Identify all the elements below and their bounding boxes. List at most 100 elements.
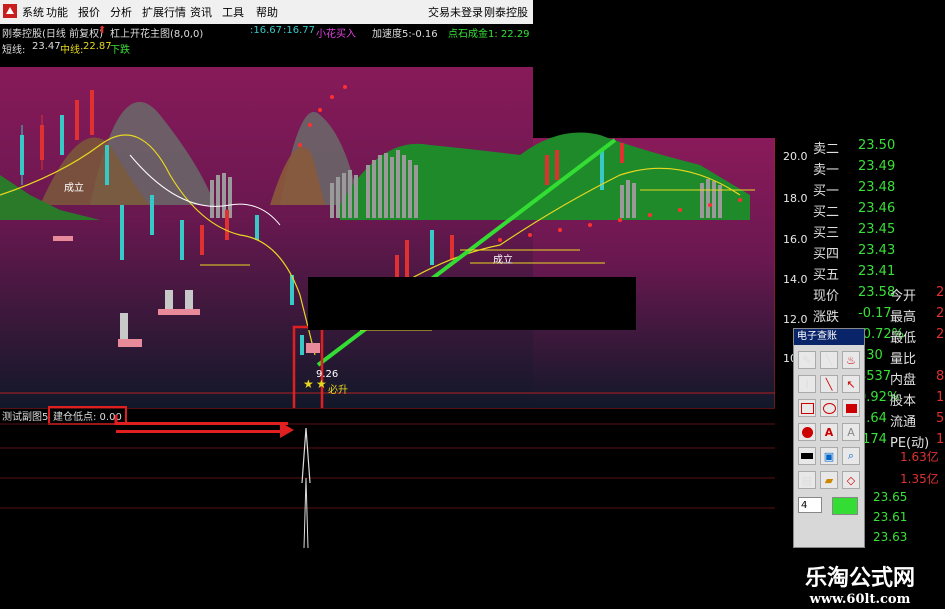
diagonal-line-icon[interactable]: ╲ — [820, 375, 838, 393]
quote-row: 卖二 23.50 — [808, 138, 945, 159]
filled-rect-icon[interactable] — [842, 399, 860, 417]
quote-extra-value: 23.61 — [873, 510, 908, 524]
drawing-panel-title: 电子查账 — [794, 329, 864, 345]
zoom-icon[interactable]: ⌕ — [842, 447, 860, 465]
quote-row: 买四 23.43 — [808, 243, 945, 264]
rectangle-icon[interactable] — [798, 399, 816, 417]
watermark-title: 乐淘公式网 — [804, 565, 915, 591]
app-logo-icon — [3, 4, 17, 18]
filled-circle-icon[interactable] — [798, 423, 816, 441]
quote-row: 买二 23.46 — [808, 201, 945, 222]
annotation-chengli-2: 成立 — [493, 255, 513, 266]
menu-item-analysis[interactable]: 分析 — [110, 4, 132, 20]
eraser-icon[interactable]: ◇ — [842, 471, 860, 489]
stock-title: 刚泰控股(日线 前复权) — [2, 29, 103, 40]
buy-tag: 小花买入 — [316, 29, 356, 40]
quote-row: 买五 23.41 — [808, 264, 945, 285]
drawing-tools-panel[interactable]: 电子查账 ✎ ╲ ♨ ⌇ ╲ ↖ A A ▣ ⌕ ▤ ▰ ◇ 4 — [793, 328, 865, 548]
accel-value: 加速度5:-0.16 — [372, 29, 438, 40]
color-picker[interactable] — [832, 497, 858, 515]
chart-canvas: ★ ★ — [0, 55, 775, 410]
quote-label: 买一 — [813, 184, 840, 199]
ellipse-icon[interactable] — [820, 399, 838, 417]
quote-value: 23.45 — [858, 222, 896, 237]
annotation-chengli-1: 成立 — [64, 183, 84, 194]
quote-value-2: 10 — [936, 390, 945, 405]
quote-value-2: 2 — [936, 306, 945, 321]
value-1: :16.67 — [250, 25, 282, 36]
annotation-bisheng: 必升 — [328, 385, 348, 396]
quote-value: 23.43 — [858, 243, 896, 258]
quote-row: 买一 23.48 — [808, 180, 945, 201]
quote-label-2: 股本 — [890, 394, 917, 409]
text-outline-icon[interactable]: A — [842, 423, 860, 441]
quote-label: 卖一 — [813, 163, 840, 178]
quote-value: 23.50 — [858, 138, 896, 153]
quote-value-2: 2 — [936, 285, 945, 300]
quote-value: 23.46 — [858, 201, 896, 216]
quote-label-2: 流通 — [890, 415, 917, 430]
annotation-price-low: 9.26 — [316, 369, 339, 380]
main-kline-chart[interactable]: ★ ★ 20.00 18.00 16.00 14.00 12.00 10.00 … — [0, 55, 815, 410]
quote-label: 涨跌 — [813, 310, 840, 325]
short-line-value: 23.47 — [32, 41, 61, 52]
watermark-url: www.60lt.com — [809, 592, 911, 607]
menu-item-quote[interactable]: 报价 — [78, 4, 100, 20]
menu-item-system[interactable]: 系统 — [22, 4, 44, 20]
quote-row: 现价 23.58 今开 2 — [808, 285, 945, 306]
quote-value-2: 2 — [936, 327, 945, 342]
watermark: 乐淘公式网 www.60lt.com — [780, 560, 940, 607]
quote-label-2: 量比 — [890, 352, 917, 367]
menu-item-extended[interactable]: 扩展行情 — [142, 4, 186, 20]
menu-bar: 系统 功能 报价 分析 扩展行情 资讯 工具 帮助 交易未登录 刚泰控股 — [0, 0, 533, 25]
quote-label: 买三 — [813, 226, 840, 241]
trend-label: 下跌 — [110, 45, 130, 56]
sub-panel-canvas — [0, 408, 775, 548]
line-width-select[interactable]: 4 — [798, 497, 822, 513]
short-line-label: 短线: — [2, 45, 26, 56]
line-icon[interactable]: ╲ — [820, 351, 838, 369]
menu-item-function[interactable]: 功能 — [46, 4, 68, 20]
screen-icon[interactable]: ▣ — [820, 447, 838, 465]
quote-label-2: 最低 — [890, 331, 917, 346]
indicator-name: 杠上开花主图(8,0,0) — [110, 29, 204, 40]
quote-value: 23.48 — [858, 180, 896, 195]
fire-icon[interactable]: ♨ — [842, 351, 860, 369]
pencil-icon[interactable]: ✎ — [798, 351, 816, 369]
quote-row: 买三 23.45 — [808, 222, 945, 243]
quote-row: 涨跌 -0.17 最高 2 — [808, 306, 945, 327]
menu-item-help[interactable]: 帮助 — [256, 4, 278, 20]
menu-item-info[interactable]: 资讯 — [190, 4, 212, 20]
svg-text:★: ★ — [303, 377, 314, 391]
quote-value-2: 88 — [936, 369, 945, 384]
save-icon[interactable]: ▤ — [798, 471, 816, 489]
quote-extra-value: 1.35亿 — [900, 472, 939, 486]
quote-value-2: 5.4 — [936, 411, 945, 426]
ma-bar: 短线: 23.47 中线: 22.87 下跌 — [0, 40, 533, 56]
mid-line-value: 22.87 — [83, 41, 112, 52]
value-2: :16.77 — [283, 25, 315, 36]
menu-item-trade[interactable]: 交易未登录 — [428, 4, 483, 20]
arrow-shaft — [116, 422, 288, 425]
text-icon[interactable]: A — [820, 423, 838, 441]
quote-value-2: 1 — [936, 432, 945, 447]
quote-extra-value: 1.63亿 — [900, 450, 939, 464]
mid-line-label: 中线: — [60, 45, 84, 56]
quote-label-2: 最高 — [890, 310, 917, 325]
menu-item-tools[interactable]: 工具 — [222, 4, 244, 20]
indicator-title-bar: 刚泰控股(日线 前复权) ⬆ 杠上开花主图(8,0,0) :16.67 :16.… — [0, 24, 533, 40]
quote-label: 买五 — [813, 268, 840, 283]
sub-indicator-panel[interactable]: 测试副图5 建仓低点: 0.00 — [0, 406, 775, 548]
menu-item-stock[interactable]: 刚泰控股 — [484, 4, 528, 20]
quote-label-2: 内盘 — [890, 373, 917, 388]
quote-label: 现价 — [813, 289, 840, 304]
quote-value: 23.41 — [858, 264, 896, 279]
quote-value: 23.49 — [858, 159, 896, 174]
black-fill-icon[interactable] — [798, 447, 816, 465]
quote-extra-value: 23.63 — [873, 530, 908, 544]
folder-icon[interactable]: ▰ — [820, 471, 838, 489]
arrow-tool-icon[interactable]: ↖ — [842, 375, 860, 393]
quote-value: -0.17 — [858, 306, 892, 321]
brush-icon[interactable]: ⌇ — [798, 375, 816, 393]
quote-extra-value: 23.65 — [873, 490, 908, 504]
